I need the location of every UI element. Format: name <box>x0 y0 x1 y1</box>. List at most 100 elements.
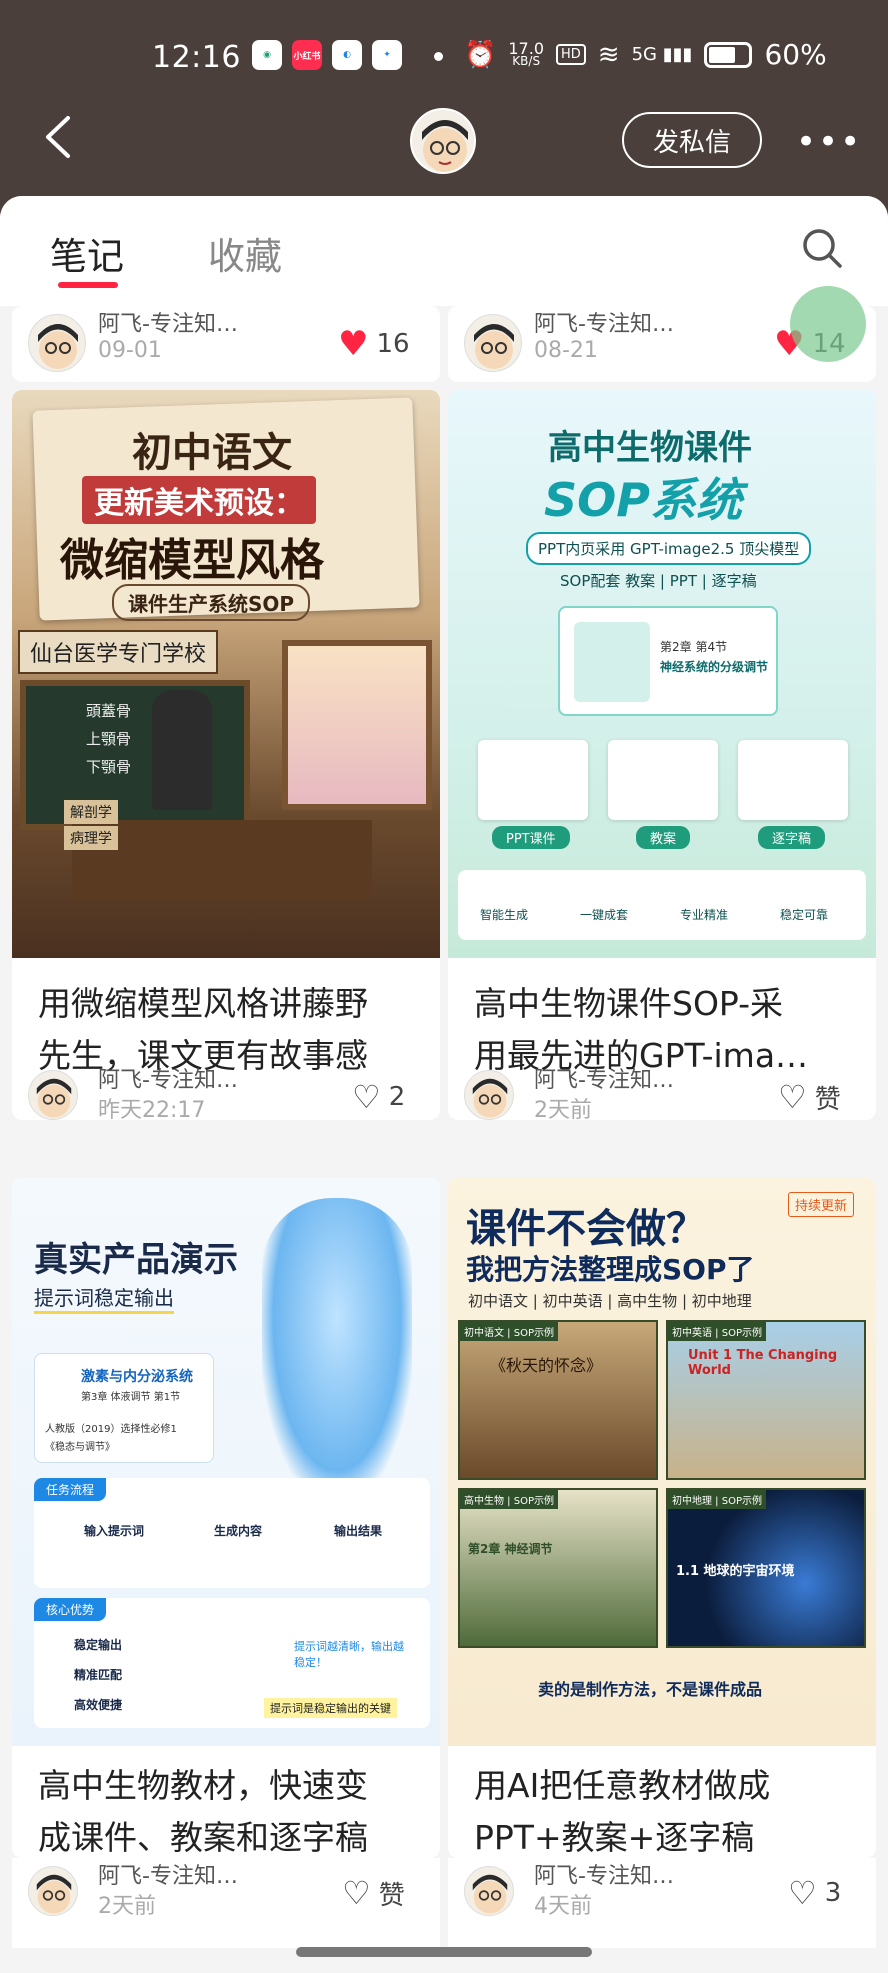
like-button[interactable]: ♥ 16 <box>338 324 410 364</box>
note-card[interactable]: 持续更新 课件不会做？ 我把方法整理成SOP了 初中语文 | 初中英语 | 高中… <box>448 1178 876 1858</box>
cover-tags: SOP配套 教案 | PPT | 逐字稿 <box>560 572 757 590</box>
hd-icon: HD <box>556 44 586 65</box>
signal-icon: 5G ▮▮▮ <box>631 44 693 65</box>
home-indicator[interactable] <box>296 1947 592 1957</box>
cover-heading-1: 课件不会做？ <box>466 1206 706 1252</box>
like-count: 3 <box>824 1878 842 1908</box>
cover-subjects: 初中语文 | 初中英语 | 高中生物 | 初中地理 <box>468 1292 752 1310</box>
heart-filled-icon: ♥ <box>338 324 369 364</box>
wifi-icon: ≋ <box>597 39 620 70</box>
cover-heading-3: 微缩模型风格 <box>60 535 324 586</box>
cover-badge: 持续更新 <box>788 1192 855 1217</box>
cover-footer: 卖的是制作方法，不是课件成品 <box>538 1680 763 1699</box>
note-cover-image[interactable]: 真实产品演示 提示词稳定输出 激素与内分泌系统 第3章 体液调节 第1节 人教版… <box>12 1178 440 1746</box>
note-title[interactable]: 高中生物教材，快速变 成课件、教案和逐字稿 <box>38 1760 428 1858</box>
author-avatar[interactable] <box>464 1866 514 1916</box>
tab-bar: 笔记 收藏 <box>0 196 888 306</box>
profile-avatar[interactable] <box>410 108 476 174</box>
active-tab-indicator <box>58 282 118 288</box>
cover-heading-1: 初中语文 <box>132 430 292 476</box>
battery-icon <box>704 41 753 68</box>
bird-notification-icon: ✦ <box>372 40 402 70</box>
app-notification-icon: ◉ <box>252 40 282 70</box>
floating-touch-indicator <box>790 286 866 362</box>
heart-outline-icon: ♡ <box>352 1078 381 1116</box>
note-meta-right: 阿飞-专注知… 4天前 ♡ 3 <box>448 1858 876 1948</box>
note-card-partial-left[interactable]: 阿飞-专注知… 09-01 ♥ 16 <box>12 306 440 382</box>
cover-advantages: 核心优势 稳定输出 精准匹配 高效便捷 提示词越清晰，输出越稳定！ 提示词是稳定… <box>34 1598 430 1728</box>
heart-outline-icon: ♡ <box>342 1874 371 1912</box>
like-button[interactable]: ♡ 3 <box>788 1874 841 1912</box>
more-notifications-dot <box>434 52 443 61</box>
planet-notification-icon: ◐ <box>332 40 362 70</box>
more-icon[interactable]: ••• <box>796 122 862 162</box>
author-name[interactable]: 阿飞-专注知… <box>534 1858 674 1890</box>
like-count: 赞 <box>814 1084 841 1115</box>
author-name[interactable]: 阿飞-专注知… <box>98 1062 238 1094</box>
note-date: 09-01 <box>98 338 162 363</box>
note-meta-left: 阿飞-专注知… 2天前 ♡ 赞 <box>12 1858 440 1948</box>
cover-panel-1: 初中语文 | SOP示例 《秋天的怀念》 <box>458 1320 658 1480</box>
heart-outline-icon: ♡ <box>788 1874 817 1912</box>
note-cover-image[interactable]: 高中生物课件 SOP系统 PPT内页采用 GPT-image2.5 顶尖模型 S… <box>448 390 876 958</box>
battery-percent: 60% <box>764 38 827 71</box>
profile-header: 发私信 ••• <box>0 100 888 195</box>
like-count: 赞 <box>378 1880 405 1911</box>
system-icons: ⏰ 17.0 KB/S HD ≋ 5G ▮▮▮ 60% <box>464 38 827 71</box>
author-name[interactable]: 阿飞-专注知… <box>98 1858 238 1890</box>
like-button[interactable]: ♡ 赞 <box>342 1874 405 1912</box>
like-count: 16 <box>376 329 410 359</box>
cover-panel-2: 初中英语 | SOP示例 Unit 1 The Changing World <box>666 1320 866 1480</box>
author-name[interactable]: 阿飞-专注知… <box>98 306 238 338</box>
cover-panel-3: 高中生物 | SOP示例 第2章 神经调节 <box>458 1488 658 1648</box>
note-date: 2天前 <box>98 1894 156 1919</box>
note-date: 昨天22:17 <box>98 1098 206 1120</box>
note-card[interactable]: 高中生物课件 SOP系统 PPT内页采用 GPT-image2.5 顶尖模型 S… <box>448 390 876 1120</box>
cover-heading-2: SOP系统 <box>544 473 742 527</box>
cover-subtitle: PPT内页采用 GPT-image2.5 顶尖模型 <box>526 532 812 565</box>
cover-doc-row: PPT课件 教案 逐字稿 <box>478 740 848 850</box>
author-avatar[interactable] <box>28 1070 78 1120</box>
cover-heading-4: 课件生产系统SOP <box>112 584 311 621</box>
cover-heading-1: 高中生物课件 <box>548 428 752 468</box>
cover-heading-2: 提示词稳定输出 <box>34 1282 174 1314</box>
cover-heading-1: 真实产品演示 <box>34 1240 238 1280</box>
like-button[interactable]: ♡ 赞 <box>778 1078 841 1116</box>
status-time: 12:16 <box>152 40 241 75</box>
cover-features: 智能生成 一键成套 专业精准 稳定可靠 <box>458 870 866 940</box>
network-speed: 17.0 KB/S <box>508 38 544 68</box>
notification-icons: ◉ 小红书 ◐ ✦ <box>252 40 402 70</box>
note-title[interactable]: 用AI把任意教材做成 PPT+教案+逐字稿 <box>474 1760 864 1858</box>
author-avatar[interactable] <box>28 1866 78 1916</box>
author-avatar[interactable] <box>28 314 86 372</box>
cover-panel-4: 初中地理 | SOP示例 1.1 地球的宇宙环境 <box>666 1488 866 1648</box>
author-name[interactable]: 阿飞-专注知… <box>534 306 674 338</box>
cover-slide: 第2章 第4节 神经系统的分级调节 <box>558 606 778 716</box>
cover-info-box: 激素与内分泌系统 第3章 体液调节 第1节 人教版（2019）选择性必修1 《稳… <box>34 1353 214 1463</box>
cover-body-figure <box>262 1198 412 1498</box>
note-card[interactable]: 初中语文 更新美术预设： 微缩模型风格 课件生产系统SOP 仙台医学专门学校 頭… <box>12 390 440 1120</box>
cover-window <box>282 640 432 810</box>
search-icon[interactable] <box>800 226 844 270</box>
cover-sign: 仙台医学专门学校 <box>18 630 219 674</box>
note-cover-image[interactable]: 初中语文 更新美术预设： 微缩模型风格 课件生产系统SOP 仙台医学专门学校 頭… <box>12 390 440 958</box>
note-date: 4天前 <box>534 1894 592 1919</box>
author-avatar[interactable] <box>464 1070 514 1120</box>
like-count: 2 <box>388 1082 406 1112</box>
tab-favorites[interactable]: 收藏 <box>208 226 282 280</box>
author-avatar[interactable] <box>464 314 522 372</box>
note-date: 08-21 <box>534 338 598 363</box>
cover-blackboard: 頭蓋骨 上顎骨 下顎骨 <box>20 680 250 830</box>
author-name[interactable]: 阿飞-专注知… <box>534 1062 674 1094</box>
status-bar: 12:16 ◉ 小红书 ◐ ✦ ⏰ 17.0 KB/S HD ≋ 5G ▮▮▮ 6… <box>0 0 888 110</box>
cover-heading-2: 更新美术预设： <box>82 476 316 524</box>
notes-sheet: 笔记 收藏 阿飞-专注知… 09-01 ♥ 16 阿飞-专注知… 08-21 ♥… <box>0 196 888 1973</box>
back-icon[interactable] <box>40 112 76 162</box>
tab-notes[interactable]: 笔记 <box>50 226 124 280</box>
note-card-footer[interactable] <box>12 1486 440 1566</box>
xiaohongshu-notification-icon: 小红书 <box>292 40 322 70</box>
like-button[interactable]: ♡ 2 <box>352 1078 405 1116</box>
send-message-button[interactable]: 发私信 <box>622 112 762 168</box>
note-cover-image[interactable]: 持续更新 课件不会做？ 我把方法整理成SOP了 初中语文 | 初中英语 | 高中… <box>448 1178 876 1746</box>
note-date: 2天前 <box>534 1098 592 1120</box>
